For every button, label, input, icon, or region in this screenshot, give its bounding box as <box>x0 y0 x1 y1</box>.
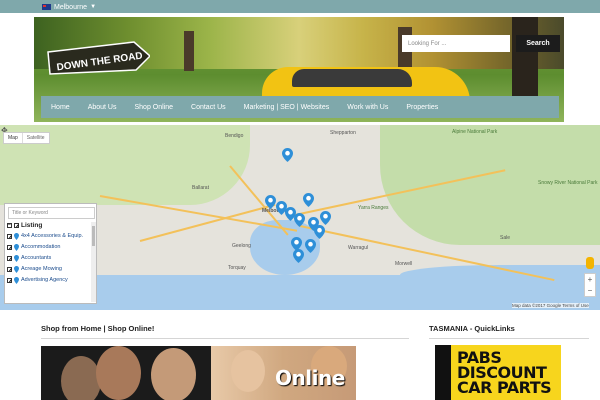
chevron-down-icon: ▼ <box>90 4 97 10</box>
listing-filter-panel: Title or Keyword − Listing 4x4 Accessori… <box>4 203 97 304</box>
location-selector[interactable]: Melbourne ▼ <box>42 2 96 12</box>
map-marker-icon[interactable] <box>305 239 316 253</box>
category-item[interactable]: Advertising Agency <box>7 277 89 284</box>
category-list: − Listing 4x4 Accessories & Equip. Accom… <box>7 222 89 302</box>
map-pin-icon <box>14 266 19 273</box>
category-item[interactable]: Acreage Mowing <box>7 266 89 273</box>
map-label: Bendigo <box>225 133 244 139</box>
street-view-pegman-icon[interactable] <box>586 257 594 269</box>
map-label: Warragul <box>348 245 369 251</box>
category-heading: Listing <box>21 222 43 229</box>
nav-item-work-with-us[interactable]: Work with Us <box>347 104 388 111</box>
keyword-search-input[interactable]: Title or Keyword <box>8 207 95 219</box>
map-label: Morwell <box>395 261 413 267</box>
keyword-placeholder: Title or Keyword <box>12 210 48 216</box>
car-window <box>292 69 412 87</box>
listing-map[interactable]: Alpine National Park Snowy River Nationa… <box>0 125 600 310</box>
map-label: Alpine National Park <box>452 129 498 135</box>
main-nav: Home About Us Shop Online Contact Us Mar… <box>41 96 559 118</box>
checkbox[interactable] <box>7 278 12 283</box>
search-placeholder: Looking For ... <box>408 40 447 47</box>
map-label: Geelong <box>232 243 251 249</box>
map-type-tabs: Map Satellite <box>3 132 50 144</box>
banner-person <box>231 350 265 392</box>
banner-text: Online <box>275 366 345 390</box>
map-marker-icon[interactable] <box>265 195 276 209</box>
pabs-ad-text: PABS DISCOUNT CAR PARTS <box>457 348 552 397</box>
banner-person <box>61 356 101 400</box>
section-divider <box>41 338 409 339</box>
tree-trunk <box>184 31 194 71</box>
tab-satellite[interactable]: Satellite <box>21 133 49 143</box>
australia-flag-icon <box>42 4 51 10</box>
checkbox[interactable] <box>7 245 12 250</box>
checkbox[interactable] <box>7 267 12 272</box>
category-item[interactable]: 4x4 Accessories & Equip. <box>7 233 89 240</box>
nav-item-shop-online[interactable]: Shop Online <box>134 104 173 111</box>
category-label: 4x4 Accessories & Equip. <box>21 233 84 239</box>
search-input[interactable]: Looking For ... <box>402 35 510 52</box>
checkbox[interactable] <box>14 223 19 228</box>
map-label: Yarra Ranges <box>358 205 389 211</box>
map-marker-icon[interactable] <box>314 225 325 239</box>
nav-item-home[interactable]: Home <box>51 104 70 111</box>
zoom-out-button[interactable]: − <box>588 286 593 295</box>
pabs-ad-strip <box>435 345 451 400</box>
map-marker-icon[interactable] <box>320 211 331 225</box>
map-pin-icon <box>14 277 19 284</box>
category-item[interactable]: Accountants <box>7 255 89 262</box>
filter-scrollbar[interactable] <box>91 222 96 302</box>
section-divider <box>429 338 589 339</box>
category-label: Advertising Agency <box>21 277 68 283</box>
location-label: Melbourne <box>54 3 88 11</box>
search-button[interactable]: Search <box>516 35 560 52</box>
banner-person <box>96 346 141 400</box>
shop-online-banner[interactable]: Online <box>41 346 356 400</box>
shop-section-title: Shop from Home | Shop Online! <box>41 324 155 333</box>
category-label: Accommodation <box>21 244 61 250</box>
category-group-listing[interactable]: − Listing <box>7 222 89 229</box>
nav-item-marketing[interactable]: Marketing | SEO | Websites <box>244 104 330 111</box>
checkbox[interactable] <box>7 234 12 239</box>
map-label: Torquay <box>228 265 246 271</box>
map-pin-icon <box>14 233 19 240</box>
map-marker-icon[interactable] <box>282 148 293 162</box>
collapse-icon[interactable]: − <box>7 223 12 228</box>
map-marker-icon[interactable] <box>294 213 305 227</box>
site-logo[interactable]: DOWN THE ROAD <box>46 40 150 76</box>
map-pin-icon <box>14 244 19 251</box>
map-label: Ballarat <box>192 185 209 191</box>
map-marker-icon[interactable] <box>293 249 304 263</box>
nav-item-contact-us[interactable]: Contact Us <box>191 104 226 111</box>
map-attribution[interactable]: Map data ©2017 Google Terms of Use <box>512 303 589 308</box>
map-label: Snowy River National Park <box>538 180 598 186</box>
map-pin-icon <box>14 255 19 262</box>
nav-item-properties[interactable]: Properties <box>406 104 438 111</box>
map-marker-icon[interactable] <box>303 193 314 207</box>
category-item[interactable]: Accommodation <box>7 244 89 251</box>
nav-item-about-us[interactable]: About Us <box>88 104 117 111</box>
map-label: Sale <box>500 235 511 241</box>
tab-map[interactable]: Map <box>4 133 22 143</box>
zoom-control: + − <box>584 273 596 297</box>
category-label: Accountants <box>21 255 52 261</box>
map-label: Shepparton <box>330 130 356 136</box>
banner-person <box>151 348 196 400</box>
pabs-ad-banner[interactable]: PABS DISCOUNT CAR PARTS <box>435 345 561 400</box>
checkbox[interactable] <box>7 256 12 261</box>
category-label: Acreage Mowing <box>21 266 62 272</box>
zoom-in-button[interactable]: + <box>588 275 593 284</box>
tree-trunk <box>512 17 538 97</box>
tasmania-section-title: TASMANIA - QuickLinks <box>429 324 515 333</box>
